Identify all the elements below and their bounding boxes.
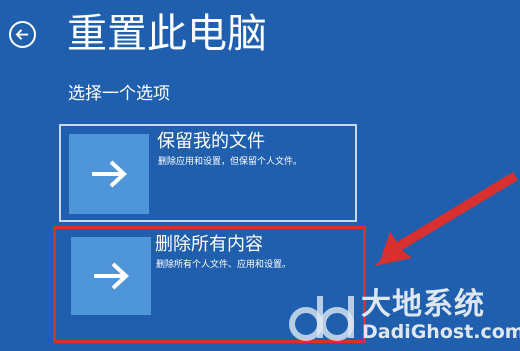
dadi-logo-icon bbox=[289, 296, 354, 341]
choose-option-label: 选择一个选项 bbox=[68, 84, 170, 104]
keep-my-files-option[interactable]: 保留我的文件 删除应用和设置，但保留个人文件。 bbox=[59, 124, 357, 222]
watermark: 大地系统 DadiGhost.com bbox=[288, 287, 520, 348]
red-arrow-icon bbox=[374, 172, 518, 266]
arrow-left-circle-icon bbox=[15, 29, 29, 40]
watermark-brand: 大地系统 bbox=[361, 287, 485, 322]
arrow-right-icon bbox=[92, 160, 127, 188]
watermark-url: DadiGhost.com bbox=[362, 321, 520, 343]
page-title: 重置此电脑 bbox=[67, 11, 267, 57]
option-tile bbox=[69, 134, 149, 214]
option-description: 删除应用和设置，但保留个人文件。 bbox=[158, 157, 303, 167]
option-title: 保留我的文件 bbox=[157, 131, 265, 152]
back-button[interactable] bbox=[9, 21, 36, 48]
